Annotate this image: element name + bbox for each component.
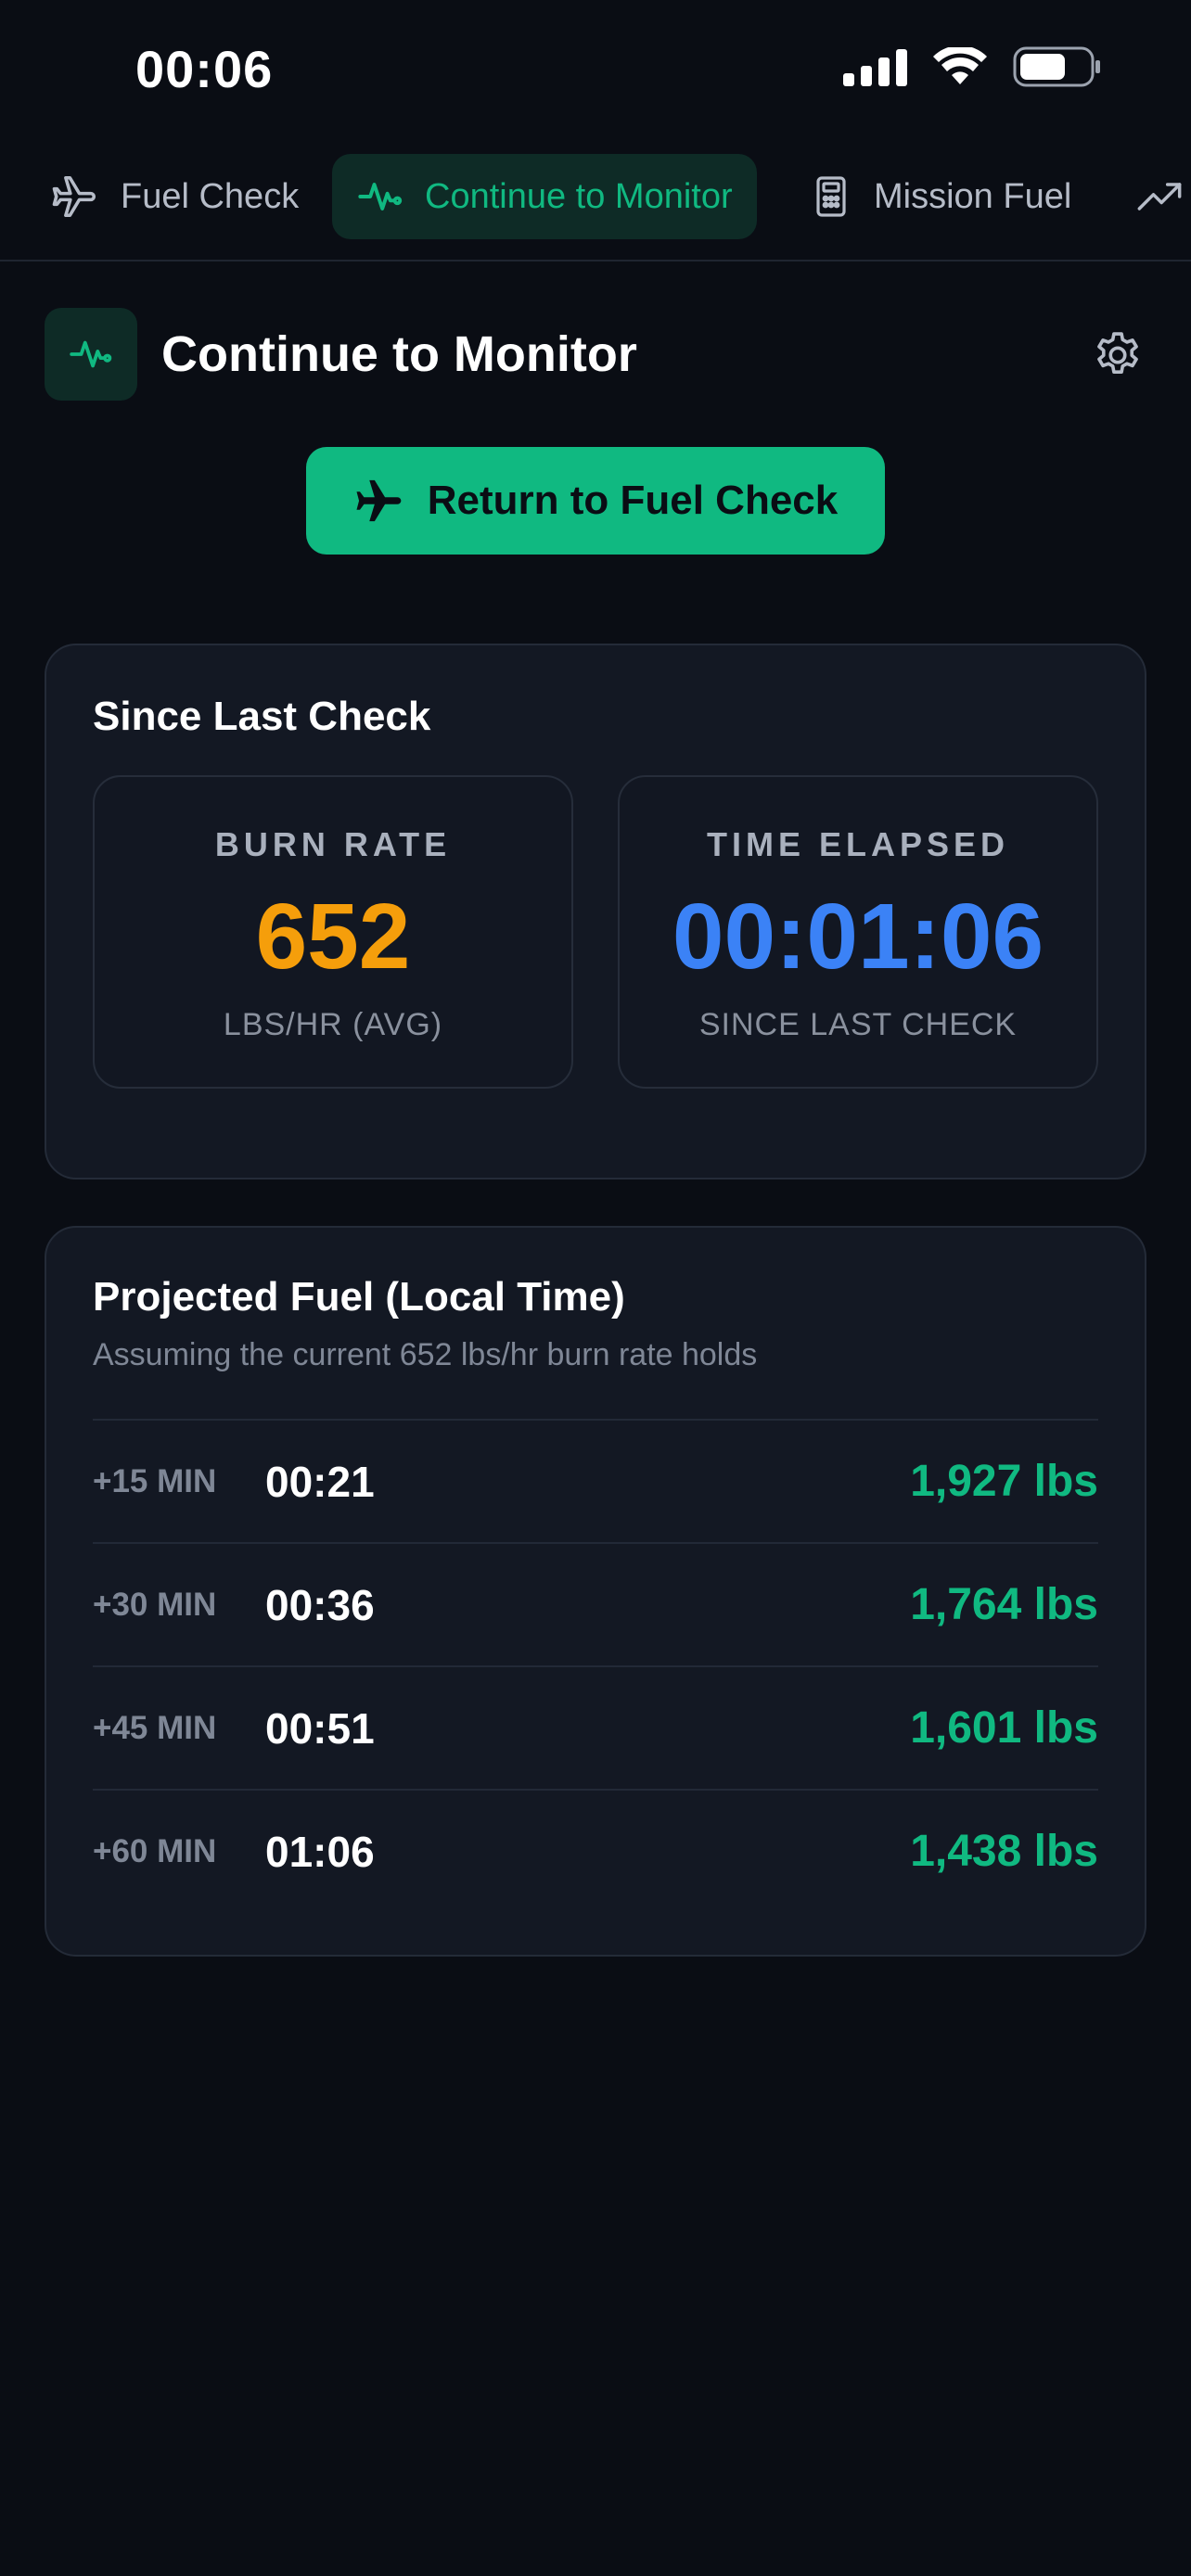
projected-fuel-subtitle: Assuming the current 652 lbs/hr burn rat… bbox=[93, 1337, 758, 1372]
projection-offset: +45 MIN bbox=[93, 1709, 217, 1746]
page-header: Continue to Monitor bbox=[45, 308, 1146, 401]
projection-fuel: 1,927 lbs bbox=[910, 1457, 1098, 1506]
tab-bar: Fuel Check Continue to Monitor Mission F… bbox=[0, 148, 1191, 261]
status-icons bbox=[843, 46, 1102, 87]
time-elapsed-unit: SINCE LAST CHECK bbox=[698, 1007, 1018, 1042]
cellular-signal-icon bbox=[843, 47, 907, 86]
wifi-icon bbox=[933, 47, 987, 84]
tab-mission-fuel[interactable]: Mission Fuel bbox=[785, 154, 1095, 239]
projection-offset: +15 MIN bbox=[93, 1462, 217, 1499]
tab-label: Mission Fuel bbox=[874, 176, 1072, 216]
list-item: +60 MIN 01:06 1,438 lbs bbox=[93, 1789, 1098, 1912]
projection-time: 01:06 bbox=[265, 1827, 375, 1876]
status-bar: 00:06 bbox=[0, 0, 1191, 139]
tab-label: Fuel Check bbox=[121, 176, 300, 216]
projected-fuel-title: Projected Fuel (Local Time) bbox=[93, 1274, 625, 1320]
burn-rate-box: BURN RATE 652 LBS/HR (AVG) bbox=[93, 775, 573, 1089]
return-to-fuel-check-button[interactable]: Return to Fuel Check bbox=[306, 447, 885, 555]
list-item: +15 MIN 00:21 1,927 lbs bbox=[93, 1419, 1098, 1542]
battery-icon bbox=[1013, 46, 1100, 87]
projection-fuel: 1,438 lbs bbox=[910, 1827, 1098, 1876]
card-title: Since Last Check bbox=[93, 694, 431, 739]
list-item: +30 MIN 00:36 1,764 lbs bbox=[93, 1542, 1098, 1665]
since-last-check-card: Since Last Check BURN RATE 652 LBS/HR (A… bbox=[45, 644, 1146, 1180]
projection-time: 00:21 bbox=[265, 1457, 375, 1506]
projection-offset: +60 MIN bbox=[93, 1832, 217, 1869]
tab-trends[interactable] bbox=[1109, 154, 1191, 239]
activity-icon bbox=[358, 183, 403, 210]
burn-rate-unit: LBS/HR (AVG) bbox=[223, 1007, 443, 1042]
tab-label: Continue to Monitor bbox=[425, 176, 733, 216]
list-item: +45 MIN 00:51 1,601 lbs bbox=[93, 1665, 1098, 1789]
trending-up-icon bbox=[1137, 183, 1182, 210]
tab-continue-to-monitor[interactable]: Continue to Monitor bbox=[332, 154, 757, 239]
projection-fuel: 1,764 lbs bbox=[910, 1580, 1098, 1629]
burn-rate-label: BURN RATE bbox=[214, 825, 452, 863]
header-icon-box bbox=[45, 308, 137, 401]
projected-fuel-card: Projected Fuel (Local Time) Assuming the… bbox=[45, 1226, 1146, 1957]
plane-icon bbox=[356, 479, 402, 522]
plane-icon bbox=[52, 175, 96, 218]
return-button-label: Return to Fuel Check bbox=[427, 478, 839, 523]
page-title: Continue to Monitor bbox=[161, 326, 637, 382]
projection-time: 00:51 bbox=[265, 1703, 375, 1753]
projection-time: 00:36 bbox=[265, 1580, 375, 1629]
projection-offset: +30 MIN bbox=[93, 1586, 217, 1623]
burn-rate-value: 652 bbox=[255, 885, 411, 988]
activity-icon bbox=[70, 340, 112, 368]
time-elapsed-box: TIME ELAPSED 00:01:06 SINCE LAST CHECK bbox=[618, 775, 1098, 1089]
time-elapsed-value: 00:01:06 bbox=[672, 885, 1044, 988]
settings-button[interactable] bbox=[1089, 326, 1146, 384]
gear-icon bbox=[1097, 332, 1138, 374]
tab-fuel-check[interactable]: Fuel Check bbox=[26, 154, 323, 239]
projection-fuel: 1,601 lbs bbox=[910, 1703, 1098, 1753]
time-elapsed-label: TIME ELAPSED bbox=[706, 825, 1010, 863]
calculator-icon bbox=[816, 176, 846, 217]
status-time: 00:06 bbox=[135, 40, 274, 98]
projected-fuel-list: +15 MIN 00:21 1,927 lbs +30 MIN 00:36 1,… bbox=[93, 1419, 1098, 1912]
